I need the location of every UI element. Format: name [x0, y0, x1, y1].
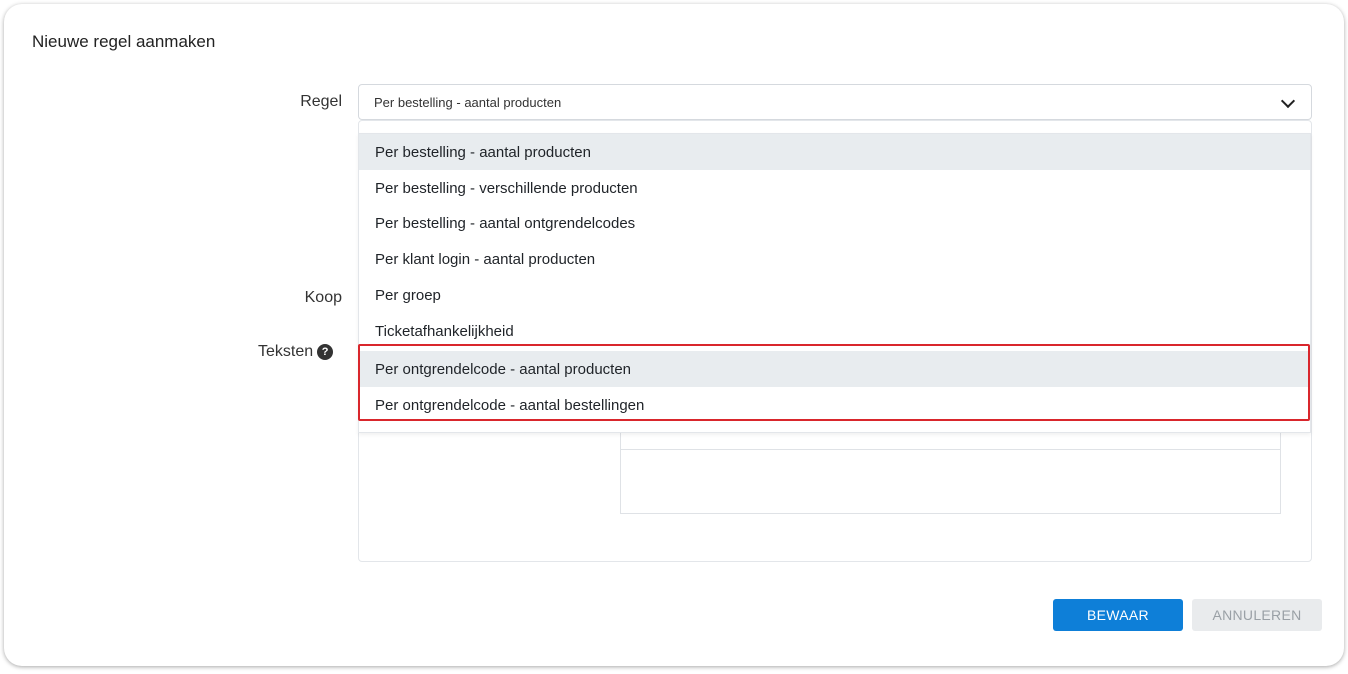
dropdown-option[interactable]: Per ontgrendelcode - aantal bestellingen — [359, 387, 1310, 423]
koop-label: Koop — [304, 289, 342, 306]
dropdown-option[interactable]: Per groep — [359, 277, 1310, 313]
save-button[interactable]: BEWAAR — [1053, 599, 1183, 631]
regel-label: Regel — [300, 93, 342, 110]
teksten-label: Teksten — [258, 343, 314, 360]
chevron-down-icon[interactable] — [1280, 93, 1296, 109]
cancel-button[interactable]: ANNULEREN — [1192, 599, 1322, 631]
dialog-title: Nieuwe regel aanmaken — [32, 32, 216, 51]
regel-select[interactable]: Per bestelling - aantal producten — [358, 84, 1312, 120]
dropdown-option[interactable]: Ticketafhankelijkheid — [359, 313, 1310, 349]
text-editor-box[interactable] — [620, 420, 1281, 514]
regel-select-value: Per bestelling - aantal producten — [374, 94, 562, 110]
regel-dropdown-menu: Per bestelling - aantal producten Per be… — [358, 133, 1311, 433]
dropdown-option[interactable]: Per bestelling - aantal ontgrendelcodes — [359, 205, 1310, 241]
dropdown-option[interactable]: Per ontgrendelcode - aantal producten — [359, 351, 1310, 387]
dropdown-option[interactable]: Per bestelling - aantal producten — [359, 134, 1310, 170]
editor-toolbar-divider — [621, 449, 1280, 450]
dropdown-option[interactable]: Per bestelling - verschillende producten — [359, 170, 1310, 206]
dropdown-option[interactable]: Per klant login - aantal producten — [359, 241, 1310, 277]
help-icon[interactable]: ? — [317, 344, 334, 360]
teksten-label-group: Teksten ? — [258, 343, 358, 361]
